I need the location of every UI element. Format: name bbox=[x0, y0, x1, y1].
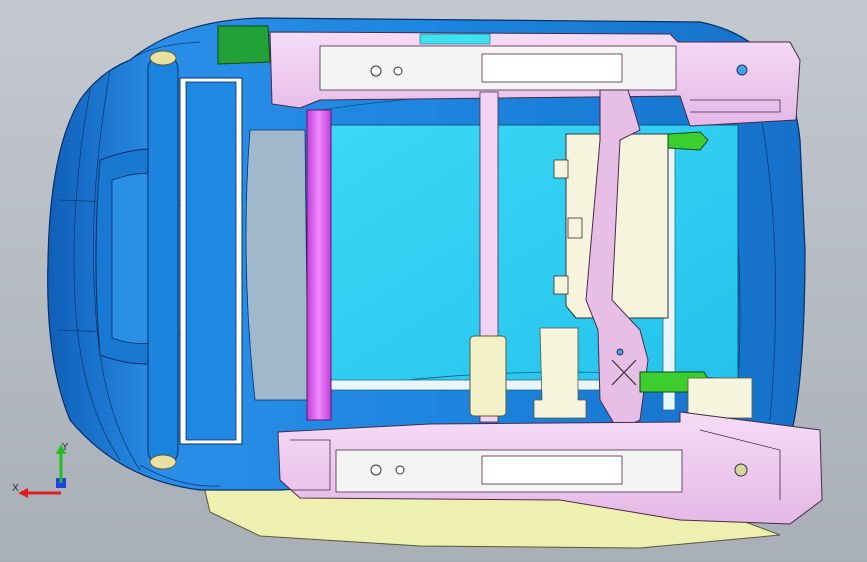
side-panel bbox=[245, 129, 309, 401]
cad-graphics-viewport[interactable]: Y X bbox=[0, 0, 867, 562]
armrest-bar[interactable] bbox=[306, 109, 332, 421]
post-sleeve[interactable] bbox=[469, 335, 507, 417]
rail-hole bbox=[395, 465, 405, 475]
seatback-panel bbox=[185, 81, 237, 441]
rail-hole bbox=[370, 65, 382, 77]
rail-hole bbox=[393, 66, 403, 76]
support-stand[interactable] bbox=[533, 327, 587, 419]
triad-axes bbox=[18, 444, 66, 498]
seat-model-view[interactable] bbox=[0, 0, 867, 562]
mount-block[interactable] bbox=[217, 25, 271, 65]
seatback-bolster[interactable] bbox=[147, 54, 179, 466]
rail-bolt bbox=[734, 463, 748, 477]
bolster-cap-top bbox=[149, 50, 177, 66]
y-axis-label: Y bbox=[62, 442, 69, 453]
bolster-cap-bottom bbox=[149, 454, 177, 470]
rail-hole bbox=[370, 464, 382, 476]
bracket-bolt bbox=[616, 348, 624, 356]
x-axis-label: X bbox=[12, 483, 19, 494]
mount-plate[interactable] bbox=[687, 377, 753, 419]
coordinate-triad: Y X bbox=[12, 440, 82, 510]
cushion-edge-strip bbox=[419, 33, 491, 45]
rail-bolt bbox=[736, 64, 748, 76]
x-axis-arrow bbox=[18, 488, 28, 498]
adjuster-link-top[interactable] bbox=[667, 131, 709, 151]
